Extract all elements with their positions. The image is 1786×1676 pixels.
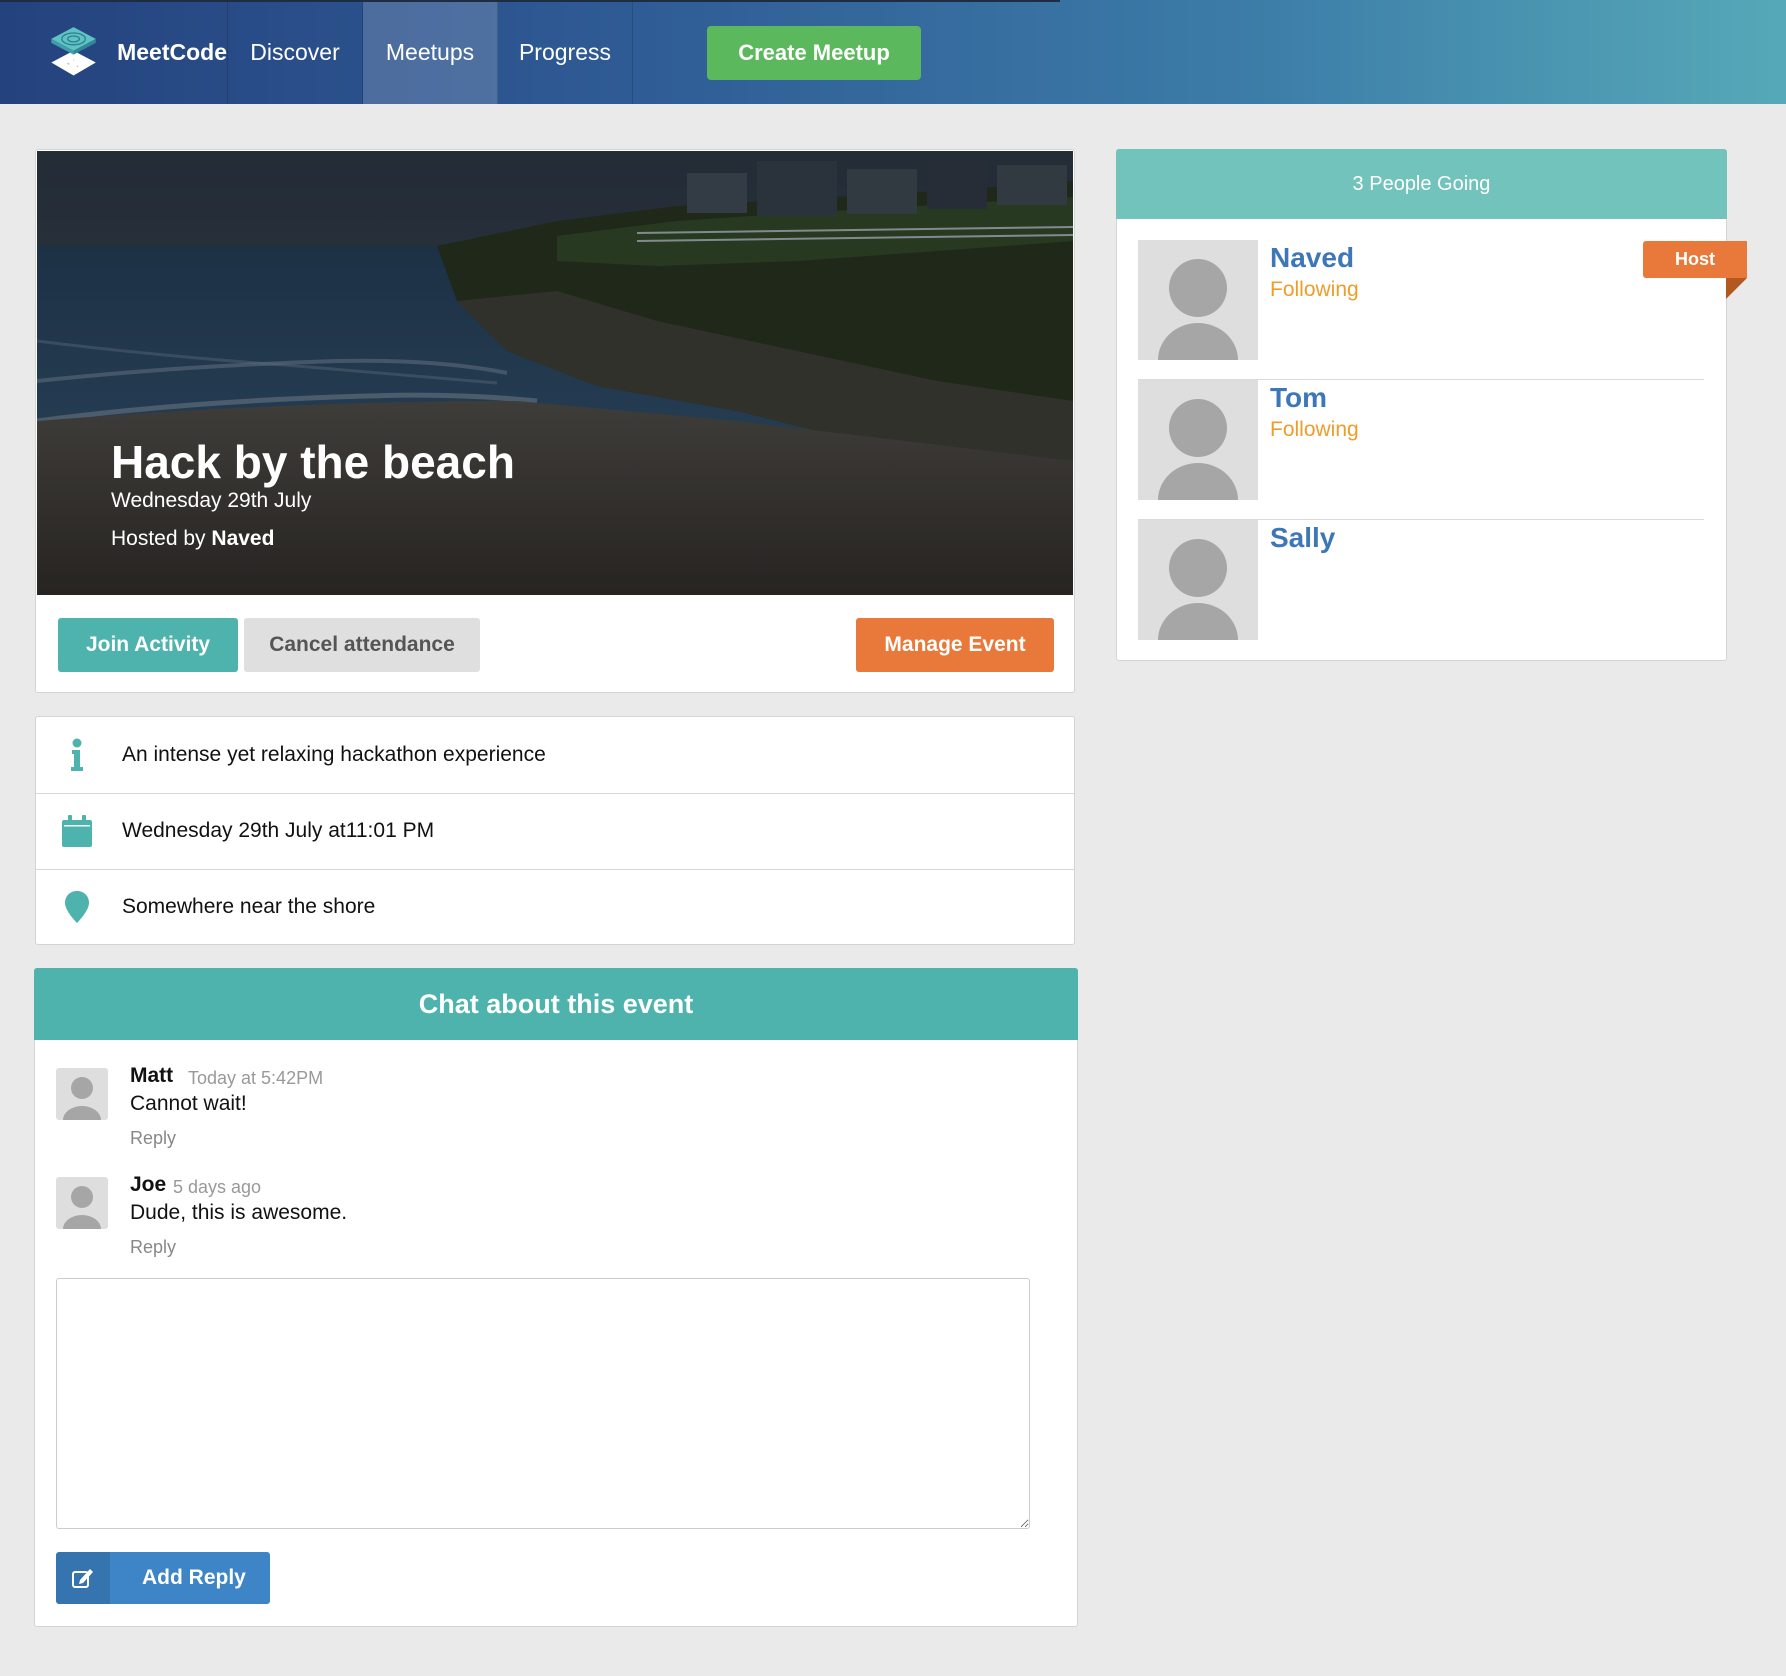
comment-text: Dude, this is awesome. <box>130 1201 348 1224</box>
hosted-by-label: Hosted by <box>111 527 206 550</box>
comment-time: 5 days ago <box>173 1177 262 1197</box>
chat-card: Chat about this event Matt Today at 5:42… <box>34 968 1078 1627</box>
avatar-icon <box>56 1068 108 1120</box>
detail-location: Somewhere near the shore <box>36 869 1074 945</box>
avatar-icon[interactable] <box>1138 240 1258 360</box>
attendees-title: 3 People Going <box>1116 149 1727 219</box>
event-host-line: Hosted by Naved <box>111 527 274 551</box>
create-meetup-button[interactable]: Create Meetup <box>707 26 921 80</box>
cancel-attendance-button[interactable]: Cancel attendance <box>244 618 480 672</box>
attendee-status: Following <box>1270 278 1359 301</box>
nav-discover[interactable]: Discover <box>228 0 363 104</box>
host-badge-fold <box>1726 278 1747 299</box>
chat-title: Chat about this event <box>34 968 1078 1040</box>
host-badge: Host <box>1643 241 1747 278</box>
top-navbar: MeetCode Discover Meetups Progress Creat… <box>0 0 1786 104</box>
attendee: Sally <box>1138 520 1704 660</box>
avatar-icon <box>56 1177 108 1229</box>
detail-location-text: Somewhere near the shore <box>122 895 376 918</box>
info-icon <box>56 738 98 772</box>
add-reply-label: Add Reply <box>142 1566 246 1589</box>
edit-icon <box>56 1552 110 1604</box>
manage-event-button[interactable]: Manage Event <box>856 618 1054 672</box>
avatar-icon[interactable] <box>1138 520 1258 640</box>
attendee-name[interactable]: Naved <box>1270 242 1354 274</box>
attendee: Naved Following <box>1138 240 1704 380</box>
detail-description-text: An intense yet relaxing hackathon experi… <box>122 743 546 766</box>
detail-datetime-text: Wednesday 29th July at11:01 PM <box>122 819 435 842</box>
event-title: Hack by the beach <box>111 436 515 488</box>
comment-text: Cannot wait! <box>130 1092 247 1115</box>
nav-meetups[interactable]: Meetups <box>363 0 498 104</box>
comment-time: Today at 5:42PM <box>188 1068 324 1088</box>
attendee-status: Following <box>1270 418 1359 441</box>
event-host-name[interactable]: Naved <box>211 527 274 550</box>
comment-reply-link[interactable]: Reply <box>130 1128 176 1149</box>
calendar-icon <box>56 815 98 847</box>
attendees-card: 3 People Going Naved Following Tom Follo… <box>1116 149 1727 661</box>
attendee: Tom Following <box>1138 380 1704 520</box>
attendee-name[interactable]: Sally <box>1270 522 1335 554</box>
attendee-name[interactable]: Tom <box>1270 382 1327 414</box>
event-card: Hack by the beach Wednesday 29th July Ho… <box>35 149 1075 693</box>
comment-reply-link[interactable]: Reply <box>130 1237 176 1258</box>
reply-textarea[interactable] <box>56 1278 1030 1529</box>
brand[interactable]: MeetCode <box>0 0 228 104</box>
comment-author[interactable]: Matt <box>130 1064 173 1088</box>
event-details: An intense yet relaxing hackathon experi… <box>35 716 1075 945</box>
join-activity-button[interactable]: Join Activity <box>58 618 238 672</box>
add-reply-button[interactable]: Add Reply <box>56 1552 270 1604</box>
nav-top-border <box>0 0 1060 2</box>
comment-author[interactable]: Joe <box>130 1173 166 1197</box>
map-pin-icon <box>56 891 98 923</box>
detail-description: An intense yet relaxing hackathon experi… <box>36 717 1074 794</box>
nav-progress[interactable]: Progress <box>498 0 633 104</box>
brand-name: MeetCode <box>117 38 227 65</box>
event-hero-image: Hack by the beach Wednesday 29th July Ho… <box>37 151 1073 595</box>
event-date: Wednesday 29th July <box>111 489 312 512</box>
detail-datetime: Wednesday 29th July at11:01 PM <box>36 793 1074 870</box>
avatar-icon[interactable] <box>1138 380 1258 500</box>
logo-icon <box>51 27 96 76</box>
